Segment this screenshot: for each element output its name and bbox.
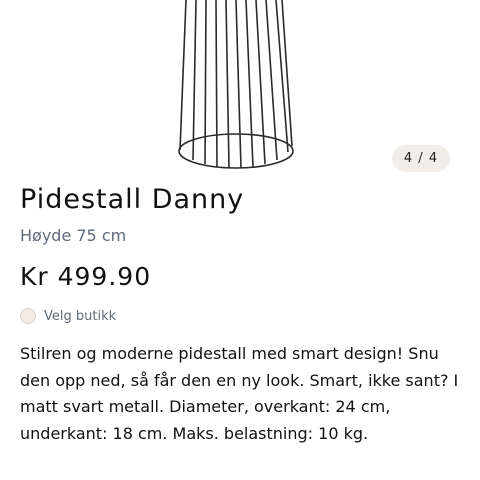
product-price: Kr 499.90	[20, 262, 152, 291]
product-subtitle: Høyde 75 cm	[20, 226, 127, 245]
select-store-label: Velg butikk	[44, 308, 117, 324]
product-title: Pidestall Danny	[20, 184, 245, 215]
image-page-counter: 4 / 4	[392, 145, 450, 172]
product-image[interactable]: 4 / 4	[0, 0, 480, 180]
store-status-dot-icon	[20, 308, 36, 324]
product-description: Stilren og moderne pidestall med smart d…	[20, 344, 459, 443]
select-store-button[interactable]: Velg butikk	[20, 308, 116, 324]
